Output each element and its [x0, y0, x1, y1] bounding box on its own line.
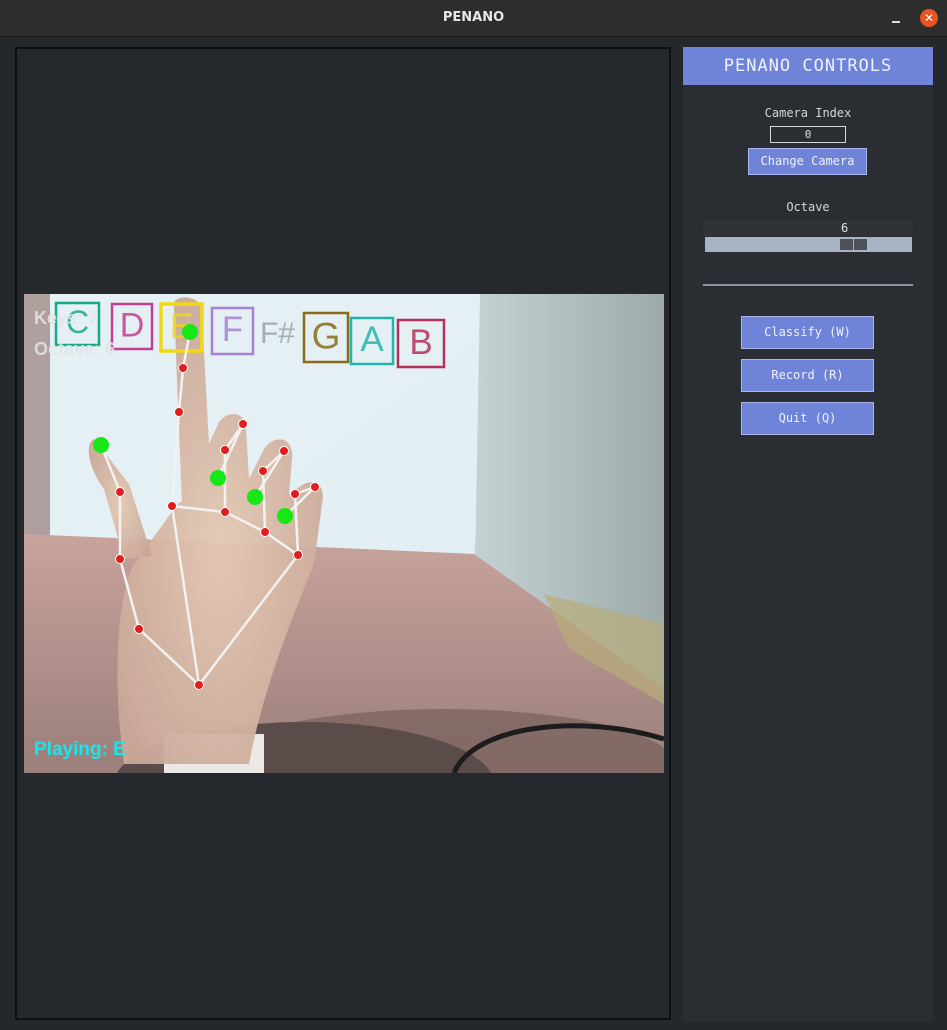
- minimize-icon[interactable]: [888, 8, 904, 26]
- camera-index-label: Camera Index: [764, 106, 852, 120]
- octave-overlay-label: Octave: 6: [34, 339, 115, 359]
- hand-landmark: [293, 550, 303, 560]
- key-label: D: [120, 306, 145, 344]
- panel-divider: [703, 284, 913, 286]
- key-label: G: [312, 315, 341, 356]
- fingertip-marker: [210, 470, 226, 486]
- octave-slider-value: 6: [841, 221, 849, 235]
- change-camera-button[interactable]: Change Camera: [748, 148, 867, 175]
- hand-landmark: [167, 501, 177, 511]
- hand-landmark: [290, 489, 300, 499]
- hand-landmark: [194, 680, 204, 690]
- window-title: PENANO: [442, 10, 505, 25]
- record-button[interactable]: Record (R): [741, 359, 874, 392]
- hand-landmark: [238, 419, 248, 429]
- fingertip-marker: [93, 437, 109, 453]
- octave-slider[interactable]: 6: [703, 220, 913, 254]
- fingertip-marker: [277, 508, 293, 524]
- key-label: F: [222, 310, 243, 349]
- octave-slider-value-box: 6: [703, 220, 913, 236]
- key-label: B: [409, 323, 432, 362]
- classify-button[interactable]: Classify (W): [741, 316, 874, 349]
- hand-landmark: [279, 446, 289, 456]
- octave-slider-thumb[interactable]: [840, 239, 867, 250]
- keys-count-label: Keys: 7: [34, 308, 98, 328]
- octave-label: Octave: [786, 200, 830, 214]
- playing-note-label: Playing: E: [34, 739, 126, 760]
- hand-landmark: [220, 445, 230, 455]
- fingertip-marker: [247, 489, 263, 505]
- hand-landmark: [174, 407, 184, 417]
- controls-header: PENANO CONTROLS: [683, 47, 933, 85]
- hand-landmark: [115, 487, 125, 497]
- close-icon[interactable]: ✕: [920, 9, 938, 27]
- hand-landmark: [260, 527, 270, 537]
- key-box-f-sharp: F#: [260, 317, 295, 350]
- key-label: A: [360, 320, 384, 359]
- hand-landmark: [310, 482, 320, 492]
- controls-panel: PENANO CONTROLS Camera Index 0 Change Ca…: [683, 47, 933, 1022]
- hand-landmark: [220, 507, 230, 517]
- quit-button[interactable]: Quit (Q): [741, 402, 874, 435]
- hand-landmark: [178, 363, 188, 373]
- title-bar: PENANO ✕: [0, 0, 947, 37]
- camera-index-field[interactable]: 0: [770, 126, 846, 143]
- hand-landmark: [134, 624, 144, 634]
- fingertip-marker: [182, 324, 198, 340]
- hand-landmark: [258, 466, 268, 476]
- hand-landmark: [115, 554, 125, 564]
- octave-slider-track[interactable]: [705, 237, 912, 252]
- key-label: F#: [260, 317, 295, 350]
- camera-feed: C D E F F# G A B Keys: 7 Octave: 6 Playing: E: [24, 294, 664, 773]
